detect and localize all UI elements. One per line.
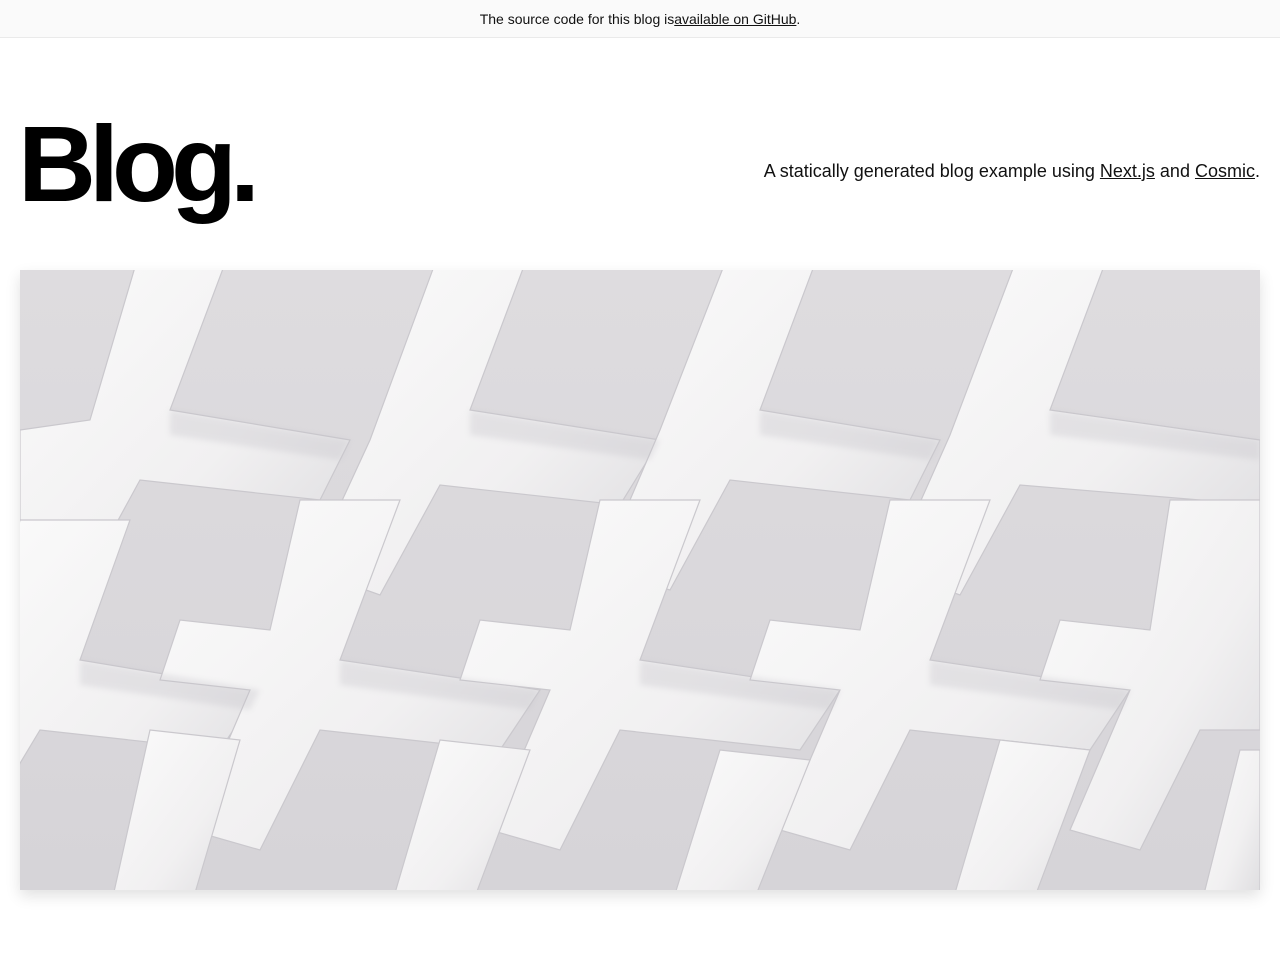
nextjs-link[interactable]: Next.js <box>1100 161 1155 181</box>
tagline-text-middle: and <box>1154 161 1195 181</box>
banner-text-after: . <box>796 10 801 27</box>
top-banner: The source code for this blog is availab… <box>0 0 1280 38</box>
tagline-text-before: A statically generated blog example usin… <box>763 161 1100 181</box>
cosmic-link[interactable]: Cosmic <box>1195 161 1255 181</box>
site-tagline: A statically generated blog example usin… <box>764 161 1260 182</box>
tagline-text-after: . <box>1254 161 1260 181</box>
hero-image[interactable] <box>20 270 1260 890</box>
github-link[interactable]: available on GitHub <box>674 11 796 27</box>
banner-text-before: The source code for this blog is <box>479 10 675 27</box>
intro-header: Blog. A statically generated blog exampl… <box>0 38 1280 270</box>
site-title: Blog. <box>18 103 260 224</box>
white-lattice-pattern-image <box>20 270 1260 890</box>
